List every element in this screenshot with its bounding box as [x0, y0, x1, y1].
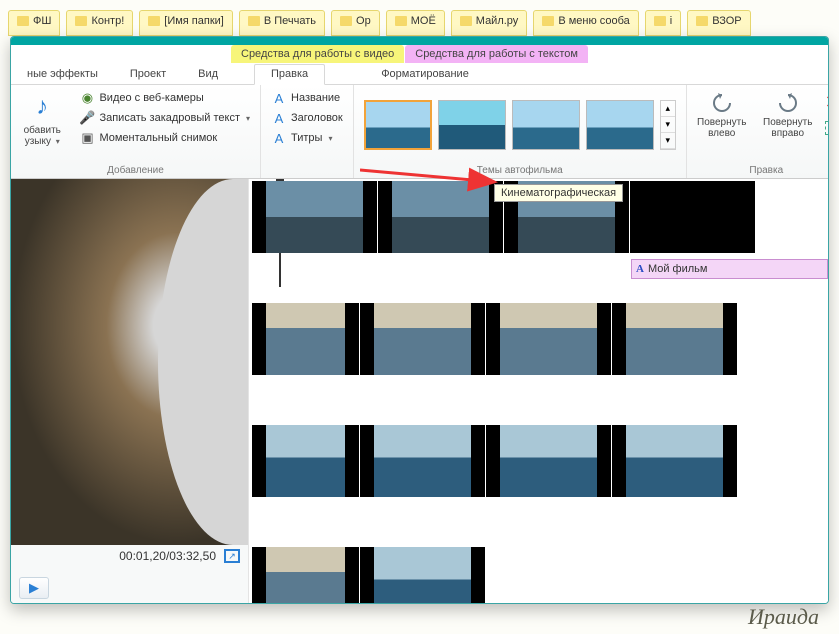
- preview-time-row: 00:01,20/03:32,50 ↗: [11, 545, 248, 567]
- play-button[interactable]: ▶: [19, 577, 49, 599]
- text-icon: A: [636, 263, 644, 275]
- rotate-left-button[interactable]: Повернуть влево: [693, 89, 751, 141]
- play-icon: ▶: [29, 580, 39, 596]
- theme-thumb[interactable]: [512, 100, 580, 150]
- record-narration-button[interactable]: 🎤 Записать закадровый текст ▾: [75, 109, 254, 127]
- contextual-tabs-row: Средства для работы с видео Средства для…: [231, 45, 828, 63]
- theme-thumb[interactable]: [438, 100, 506, 150]
- contextual-tab-text-tools[interactable]: Средства для работы с текстом: [405, 45, 588, 63]
- webcam-video-button[interactable]: ◉ Видео с веб-камеры: [75, 89, 254, 107]
- title-label: Название: [291, 92, 340, 104]
- folder-tab[interactable]: В меню сооба: [533, 10, 638, 36]
- rotate-right-icon: [774, 91, 802, 115]
- clip-thumb[interactable]: [629, 181, 755, 253]
- contextual-tab-video-tools[interactable]: Средства для работы с видео: [231, 45, 404, 63]
- ribbon-tabs: ные эффекты Проект Вид Правка Форматиров…: [11, 63, 828, 85]
- playback-time: 00:01,20/03:32,50: [119, 549, 216, 563]
- annotation-arrow: [360, 164, 510, 194]
- music-note-icon: ♪: [26, 91, 58, 123]
- gallery-scroll: ▴ ▾ ▾: [660, 100, 676, 150]
- app-window: Средства для работы с видео Средства для…: [10, 36, 829, 604]
- gallery-expand-icon[interactable]: ▾: [661, 133, 675, 149]
- clip-thumb[interactable]: [359, 303, 485, 375]
- webcam-label: Видео с веб-камеры: [99, 92, 203, 104]
- theme-thumb-selected[interactable]: [364, 100, 432, 150]
- chevron-down-icon: ▾: [246, 114, 250, 123]
- clip-thumb[interactable]: [251, 303, 359, 375]
- snapshot-label: Моментальный снимок: [99, 132, 217, 144]
- theme-thumb[interactable]: [586, 100, 654, 150]
- group-label-adding: Добавление: [11, 164, 260, 178]
- rotate-left-icon: [708, 91, 736, 115]
- folder-tab[interactable]: В Печчать: [239, 10, 325, 36]
- credits-text-icon: A: [271, 130, 287, 146]
- microphone-icon: 🎤: [79, 110, 95, 126]
- storyboard-timeline[interactable]: A Мой фильм: [249, 179, 828, 603]
- clip-thumb[interactable]: [611, 425, 737, 497]
- clip-thumb[interactable]: [359, 547, 485, 603]
- gallery-scroll-down-icon[interactable]: ▾: [661, 117, 675, 133]
- window-titlebar: [11, 37, 828, 45]
- remove-icon[interactable]: ✕: [825, 92, 829, 113]
- header-label: Заголовок: [291, 112, 343, 124]
- group-label-text: [261, 164, 353, 178]
- snapshot-button[interactable]: ▣ Моментальный снимок: [75, 129, 254, 147]
- clip-thumb[interactable]: [251, 181, 377, 253]
- caption-text-icon: A: [271, 110, 287, 126]
- text-track-label: Мой фильм: [648, 263, 708, 275]
- playback-controls: ▶: [11, 567, 248, 603]
- folder-tab[interactable]: і: [645, 10, 681, 36]
- ribbon-group-adding: ♪ обавитьузыку ▾ ◉ Видео с веб-камеры 🎤 За…: [11, 85, 261, 178]
- gallery-scroll-up-icon[interactable]: ▴: [661, 101, 675, 117]
- preview-monitor[interactable]: [11, 179, 248, 545]
- caption-button[interactable]: A Заголовок: [267, 109, 347, 127]
- fullscreen-icon[interactable]: ↗: [224, 549, 240, 563]
- add-music-button[interactable]: ♪ обавитьузыку ▾: [17, 89, 67, 160]
- tab-formatting[interactable]: Форматирование: [365, 65, 485, 84]
- tab-visual-effects[interactable]: ные эффекты: [11, 65, 114, 84]
- credits-label: Титры: [291, 132, 322, 144]
- credits-button[interactable]: A Титры ▾: [267, 129, 347, 147]
- webcam-icon: ◉: [79, 90, 95, 106]
- preview-pane: 00:01,20/03:32,50 ↗ ▶: [11, 179, 249, 603]
- add-music-label-2: узыку: [25, 136, 51, 147]
- folder-tab[interactable]: МОЁ: [386, 10, 445, 36]
- add-music-label-1: обавить: [24, 125, 61, 136]
- text-track-clip[interactable]: A Мой фильм: [631, 259, 828, 279]
- camera-icon: ▣: [79, 130, 95, 146]
- theme-gallery: ▴ ▾ ▾: [360, 89, 680, 160]
- narration-label: Записать закадровый текст: [99, 112, 240, 124]
- clip-thumb[interactable]: [359, 425, 485, 497]
- tab-edit-video[interactable]: Правка: [254, 64, 325, 85]
- folder-tab[interactable]: Контр!: [66, 10, 133, 36]
- folder-tab[interactable]: ВЗОР: [687, 10, 750, 36]
- content-area: 00:01,20/03:32,50 ↗ ▶ A Мой фильм: [11, 179, 828, 603]
- clip-thumb[interactable]: [485, 303, 611, 375]
- rotate-right-button[interactable]: Повернуть вправо: [759, 89, 817, 141]
- ribbon-group-text: A Название A Заголовок A Титры ▾: [261, 85, 354, 178]
- title-text-icon: A: [271, 90, 287, 106]
- folder-tab[interactable]: Майл.ру: [451, 10, 528, 36]
- background-folder-bar: ФШ Контр! [Имя папки] В Печчать Ор МОЁ М…: [0, 10, 839, 36]
- clip-thumb[interactable]: [611, 303, 737, 375]
- select-all-icon[interactable]: [825, 121, 829, 135]
- theme-tooltip: Кинематографическая: [494, 184, 623, 202]
- tab-project[interactable]: Проект: [114, 65, 182, 84]
- ribbon-group-edit: Повернуть влево Повернуть вправо ✕ Правк…: [687, 85, 829, 178]
- tab-view[interactable]: Вид: [182, 65, 234, 84]
- clip-thumb[interactable]: [251, 547, 359, 603]
- chevron-down-icon: ▾: [56, 137, 60, 146]
- clip-thumb[interactable]: [485, 425, 611, 497]
- clip-thumb[interactable]: [251, 425, 359, 497]
- folder-tab[interactable]: [Имя папки]: [139, 10, 233, 36]
- author-signature: Ираида: [748, 604, 819, 630]
- rotate-right-label: Повернуть вправо: [761, 117, 815, 139]
- folder-tab[interactable]: ФШ: [8, 10, 60, 36]
- folder-tab[interactable]: Ор: [331, 10, 380, 36]
- title-button[interactable]: A Название: [267, 89, 347, 107]
- group-label-edit: Правка: [687, 164, 829, 178]
- chevron-down-icon: ▾: [328, 134, 332, 143]
- rotate-left-label: Повернуть влево: [695, 117, 749, 139]
